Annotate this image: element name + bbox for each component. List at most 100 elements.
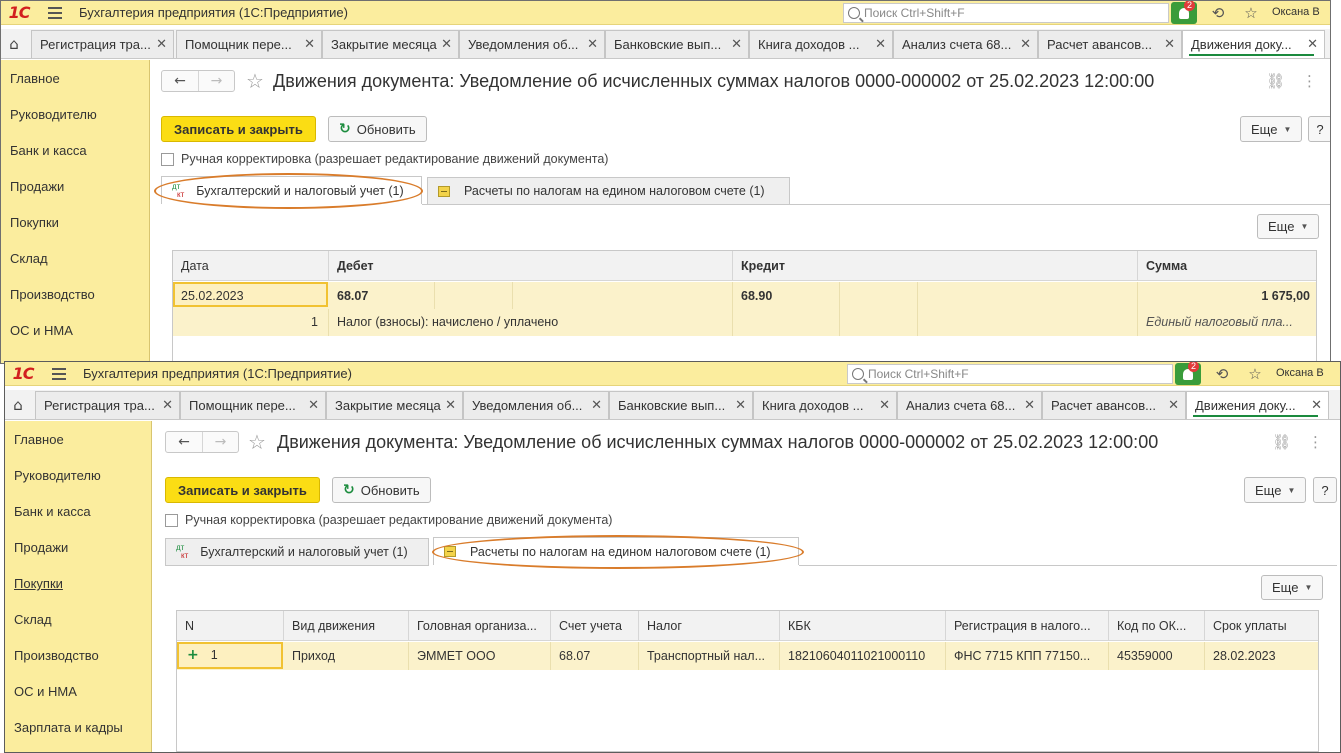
open-tab-active[interactable]: Движения доку... ✕ (1186, 391, 1329, 419)
column-amount[interactable]: Сумма (1138, 251, 1316, 281)
table-row[interactable]: +1 Приход ЭММЕТ ООО 68.07 Транспортный н… (177, 642, 1318, 670)
close-icon[interactable]: ✕ (735, 397, 746, 413)
app-logo[interactable]: 1С (1, 1, 37, 25)
cell-debit-sub1[interactable] (435, 282, 513, 309)
cell-okato[interactable]: 45359000 (1109, 642, 1205, 670)
table-more-button[interactable]: Еще ▼ (1261, 575, 1324, 600)
cell-credit-sub2[interactable] (918, 282, 1138, 309)
tab-accounting[interactable]: дт кт Бухгалтерский и налоговый учет (1) (161, 176, 422, 204)
tax-movements-table[interactable]: N Вид движения Головная организа... Счет… (176, 610, 1319, 752)
cell-content[interactable]: Налог (взносы): начислено / уплачено (329, 309, 733, 336)
sidebar-item-warehouse[interactable]: Склад (1, 240, 149, 276)
column-tax-registration[interactable]: Регистрация в налого... (946, 611, 1109, 641)
sidebar-item-main[interactable]: Главное (1, 60, 149, 96)
home-icon[interactable]: ⌂ (5, 390, 31, 420)
cell-number[interactable]: +1 (177, 642, 283, 669)
sidebar-item-bank[interactable]: Банк и касса (1, 132, 149, 168)
sidebar-item-production[interactable]: Производство (5, 637, 151, 673)
close-icon[interactable]: ✕ (1164, 36, 1175, 52)
open-tab[interactable]: Банковские вып... ✕ (609, 391, 753, 419)
tab-tax-account[interactable]: Расчеты по налогам на едином налоговом с… (427, 177, 790, 204)
sidebar-item-production[interactable]: Производство (1, 276, 149, 312)
refresh-button[interactable]: ↻ Обновить (328, 116, 427, 142)
back-arrow-icon[interactable]: ← (162, 71, 198, 91)
cell-tax[interactable]: Транспортный нал... (639, 642, 780, 670)
open-tab-active[interactable]: Движения доку... ✕ (1182, 30, 1325, 58)
sidebar-item-purchases[interactable]: Покупки (1, 204, 149, 240)
column-movement-type[interactable]: Вид движения (284, 611, 409, 641)
close-icon[interactable]: ✕ (308, 397, 319, 413)
sidebar-item-main[interactable]: Главное (5, 421, 151, 457)
open-tab[interactable]: Регистрация тра... ✕ (31, 30, 174, 58)
close-icon[interactable]: ✕ (879, 397, 890, 413)
sidebar-item-warehouse[interactable]: Склад (5, 601, 151, 637)
link-icon[interactable]: ⛓ (1272, 433, 1291, 451)
sidebar-item-assets[interactable]: ОС и НМА (1, 312, 149, 348)
column-debit[interactable]: Дебет (329, 251, 733, 281)
cell-credit-content[interactable] (733, 309, 840, 336)
cell-head-org[interactable]: ЭММЕТ ООО (409, 642, 551, 670)
sidebar-item-bank[interactable]: Банк и касса (5, 493, 151, 529)
sidebar-item-payroll[interactable]: Зарплата и кадры (5, 709, 151, 745)
close-icon[interactable]: ✕ (591, 397, 602, 413)
manual-edit-checkbox[interactable]: Ручная корректировка (разрешает редактир… (165, 513, 612, 527)
open-tab[interactable]: Помощник пере... ✕ (176, 30, 322, 58)
sidebar-item-manager[interactable]: Руководителю (5, 457, 151, 493)
back-arrow-icon[interactable]: ← (166, 432, 202, 452)
accounting-movements-table[interactable]: Дата Дебет Кредит Сумма 25.02.2023 68.07… (172, 250, 1317, 363)
close-icon[interactable]: ✕ (304, 36, 315, 52)
cell-credit[interactable]: 68.90 (733, 282, 840, 309)
open-tab[interactable]: Помощник пере... ✕ (180, 391, 326, 419)
sidebar-item-assets[interactable]: ОС и НМА (5, 673, 151, 709)
column-account[interactable]: Счет учета (551, 611, 639, 641)
close-icon[interactable]: ✕ (1311, 397, 1322, 413)
favorites-star-icon[interactable]: ☆ (1241, 3, 1261, 23)
help-button[interactable]: ? (1308, 116, 1330, 142)
table-row[interactable]: 25.02.2023 68.07 68.90 1 675,00 1 Налог … (173, 282, 1316, 336)
cell-debit-sub2[interactable] (513, 282, 733, 309)
sidebar-item-purchases[interactable]: Покупки (5, 565, 151, 601)
cell-date[interactable]: 25.02.2023 (173, 282, 328, 307)
open-tab[interactable]: Уведомления об... ✕ (459, 30, 605, 58)
more-actions-icon[interactable]: ⋮ (1302, 72, 1317, 90)
more-actions-icon[interactable]: ⋮ (1308, 433, 1323, 451)
more-button[interactable]: Еще ▼ (1244, 477, 1307, 503)
close-icon[interactable]: ✕ (1020, 36, 1031, 52)
close-icon[interactable]: ✕ (731, 36, 742, 52)
tab-tax-account[interactable]: Расчеты по налогам на едином налоговом с… (433, 537, 799, 565)
open-tab[interactable]: Закрытие месяца ✕ (322, 30, 459, 58)
sidebar-item-sales[interactable]: Продажи (5, 529, 151, 565)
open-tab[interactable]: Книга доходов ... ✕ (749, 30, 893, 58)
favorites-star-icon[interactable]: ☆ (1245, 364, 1265, 384)
column-due-date[interactable]: Срок уплаты (1205, 611, 1318, 641)
cell-credit-content-sub1[interactable] (840, 309, 918, 336)
close-icon[interactable]: ✕ (875, 36, 886, 52)
cell-debit[interactable]: 68.07 (329, 282, 435, 309)
column-number[interactable]: N (177, 611, 284, 641)
global-search-input[interactable]: Поиск Ctrl+Shift+F (843, 3, 1169, 23)
close-icon[interactable]: ✕ (587, 36, 598, 52)
open-tab[interactable]: Закрытие месяца ✕ (326, 391, 463, 419)
more-button[interactable]: Еще ▼ (1240, 116, 1303, 142)
cell-credit-sub1[interactable] (840, 282, 918, 309)
favorite-star-icon[interactable]: ☆ (248, 430, 266, 454)
table-more-button[interactable]: Еще ▼ (1257, 214, 1320, 239)
forward-arrow-icon[interactable]: → (201, 432, 238, 452)
open-tab[interactable]: Уведомления об... ✕ (463, 391, 609, 419)
close-icon[interactable]: ✕ (1168, 397, 1179, 413)
sidebar-item-manager[interactable]: Руководителю (1, 96, 149, 132)
cell-line-number[interactable]: 1 (173, 309, 329, 336)
home-icon[interactable]: ⌂ (1, 29, 27, 59)
notifications-bell-icon[interactable]: 2 (1175, 362, 1201, 385)
cell-kbk[interactable]: 18210604011021000110 (780, 642, 946, 670)
column-date[interactable]: Дата (173, 251, 329, 281)
tab-accounting[interactable]: дт кт Бухгалтерский и налоговый учет (1) (165, 538, 429, 565)
cell-amount-content[interactable]: Единый налоговый пла... (1138, 309, 1316, 336)
close-icon[interactable]: ✕ (1307, 36, 1318, 52)
column-head-org[interactable]: Головная организа... (409, 611, 551, 641)
column-okato[interactable]: Код по ОК... (1109, 611, 1205, 641)
open-tab[interactable]: Расчет авансов... ✕ (1038, 30, 1182, 58)
link-icon[interactable]: ⛓ (1266, 72, 1285, 90)
sidebar-item-sales[interactable]: Продажи (1, 168, 149, 204)
close-icon[interactable]: ✕ (441, 36, 452, 52)
